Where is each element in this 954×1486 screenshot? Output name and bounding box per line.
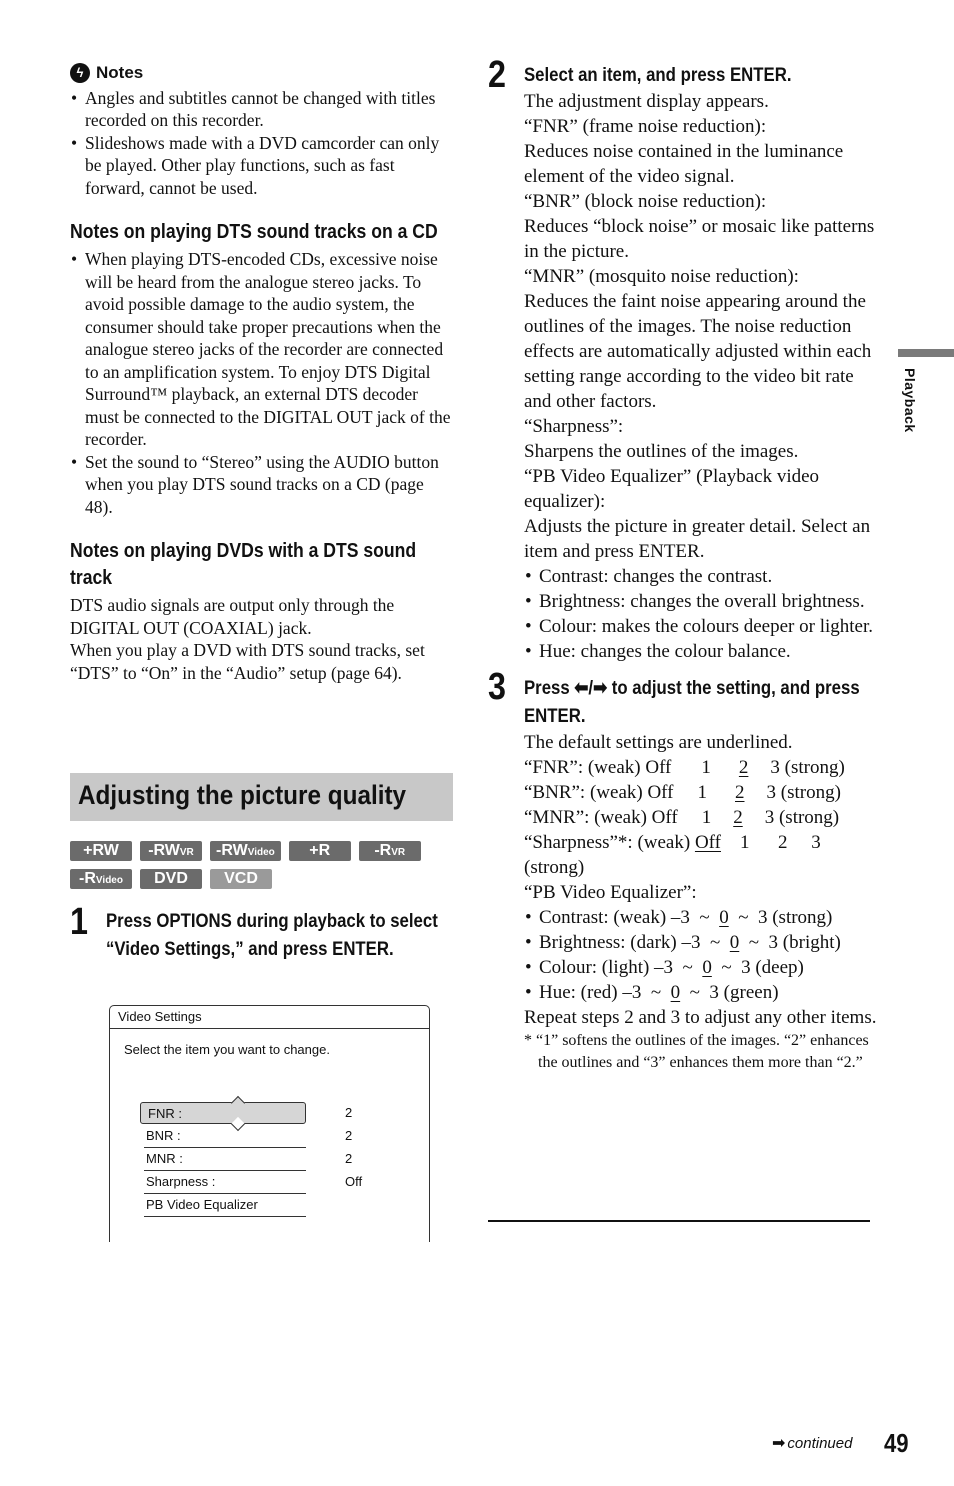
footnote: * “1” softens the outlines of the images… — [524, 1032, 869, 1071]
step-number: 3 — [488, 666, 506, 708]
left-column: ϟ Notes Angles and subtitles cannot be c… — [70, 62, 454, 684]
notes-heading: ϟ Notes — [70, 62, 454, 85]
left-right-arrows-icon: ⬅/➡ — [574, 677, 608, 699]
dts-cd-item: Set the sound to “Stereo” using the AUDI… — [70, 451, 454, 519]
notes-icon: ϟ — [70, 63, 90, 84]
badge-minus-r-vr: -RVR — [358, 841, 421, 861]
side-tab-marker — [898, 349, 954, 357]
right-column: 2 Select an item, and press ENTER. The a… — [488, 56, 878, 1074]
screen-title: Video Settings — [110, 1006, 429, 1029]
section-title: Adjusting the picture quality — [78, 780, 407, 810]
step-title: Press ⬅/➡ to adjust the setting, and pre… — [524, 677, 860, 727]
arrow-right-icon: ➡ — [772, 1435, 786, 1452]
step-number: 1 — [70, 901, 88, 943]
dts-dvd-heading: Notes on playing DVDs with a DTS sound t… — [70, 540, 417, 589]
side-tab-label: Playback — [902, 368, 918, 433]
menu-item-pb-video-equalizer[interactable]: PB Video Equalizer — [144, 1194, 306, 1217]
menu-value: 2 — [345, 1151, 353, 1166]
badge-minus-rw-vr: -RWVR — [140, 841, 202, 861]
badge-vcd: VCD — [210, 869, 272, 889]
step-title: Press OPTIONS during playback to select … — [106, 910, 438, 960]
caret-up-icon — [230, 1095, 246, 1111]
menu-value: 2 — [345, 1105, 353, 1120]
disc-type-badges: +RW -RWVR -RWVideo +R -RVR -RVideo DVD V… — [70, 841, 430, 897]
menu-item-fnr[interactable]: FNR : — [140, 1095, 306, 1132]
section-header: Adjusting the picture quality — [70, 773, 453, 821]
screen-prompt: Select the item you want to change. — [124, 1042, 330, 1057]
page-number: 49 — [884, 1428, 909, 1458]
menu-value: Off — [345, 1174, 363, 1189]
badge-plus-r: +R — [288, 841, 351, 861]
step-title: Select an item, and press ENTER. — [524, 64, 792, 86]
equalizer-range-list: Contrast: (weak) –3 ~ 0 ~ 3 (strong) Bri… — [524, 905, 878, 1005]
dts-dvd-paragraph: DTS audio signals are output only throug… — [70, 595, 395, 638]
dts-cd-list: When playing DTS-encoded CDs, excessive … — [70, 248, 454, 518]
menu-item-bnr[interactable]: BNR : — [144, 1125, 306, 1148]
note-item: Slideshows made with a DVD camcorder can… — [70, 132, 454, 200]
equalizer-bullets: Contrast: changes the contrast. Brightne… — [524, 564, 878, 664]
continued-label: ➡ continued — [772, 1434, 853, 1453]
badge-dvd: DVD — [140, 869, 202, 889]
dts-cd-heading: Notes on playing DTS sound tracks on a C… — [70, 221, 438, 243]
note-item: Angles and subtitles cannot be changed w… — [70, 87, 454, 132]
setting-row: “FNR”: (weak) Off 1 2 3 (strong) — [524, 757, 845, 778]
notes-list: Angles and subtitles cannot be changed w… — [70, 87, 454, 200]
setting-row: “BNR”: (weak) Off 1 2 3 (strong) — [524, 782, 841, 803]
menu-item-mnr[interactable]: MNR : — [144, 1148, 306, 1171]
badge-minus-rw-video: -RWVideo — [210, 841, 281, 861]
badge-plus-rw: +RW — [70, 841, 132, 861]
divider — [488, 1220, 870, 1222]
menu-value: 2 — [345, 1128, 353, 1143]
setting-row-sharpness: “Sharpness”*: (weak) Off 1 2 3 — [524, 832, 821, 853]
setting-row: “MNR”: (weak) Off 1 2 3 (strong) — [524, 807, 840, 828]
step-number: 2 — [488, 54, 506, 96]
dts-dvd-paragraph: When you play a DVD with DTS sound track… — [70, 640, 425, 683]
badge-minus-r-video: -RVideo — [70, 869, 132, 889]
menu-item-sharpness[interactable]: Sharpness : — [144, 1171, 306, 1194]
dts-cd-item: When playing DTS-encoded CDs, excessive … — [70, 248, 454, 451]
video-settings-screen: Video Settings Select the item you want … — [109, 1005, 430, 1242]
step-3: 3 Press ⬅/➡ to adjust the setting, and p… — [488, 668, 878, 1074]
step-2: 2 Select an item, and press ENTER. The a… — [488, 56, 878, 664]
